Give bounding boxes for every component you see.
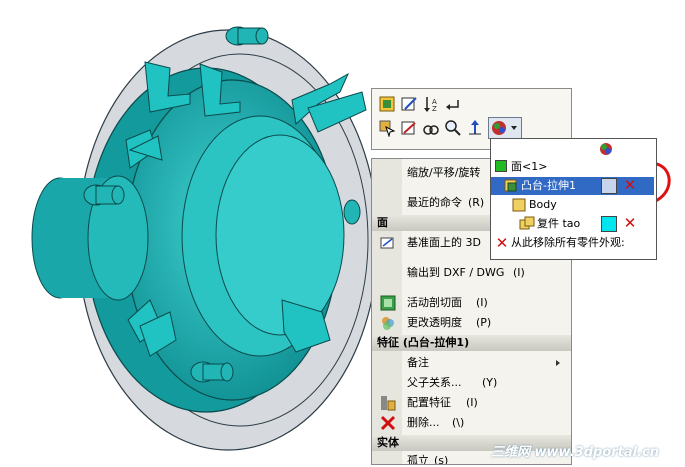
menu-item-delete[interactable]: 删除... (\) — [372, 413, 571, 433]
sort-icon[interactable]: AZ — [422, 95, 440, 113]
appearance-item-body[interactable]: Body — [491, 196, 654, 214]
appearance-item-part[interactable]: 复件 tao ✕ — [491, 215, 654, 233]
select-icon[interactable] — [378, 119, 396, 137]
submenu-arrow-icon — [556, 360, 560, 366]
appearance-item-face[interactable]: 面<1> — [491, 158, 654, 176]
section-plane-icon — [380, 295, 396, 311]
menu-item-section-plane[interactable]: 活动剖切面 (I) — [372, 293, 571, 313]
appearance-icon[interactable] — [488, 117, 522, 139]
menu-item-parent-child[interactable]: 父子关系... (Y) — [372, 373, 571, 393]
svg-text:Z: Z — [432, 105, 437, 113]
edit-part-icon[interactable] — [378, 95, 396, 113]
zoom-icon[interactable] — [444, 119, 462, 137]
remove-appearance-icon[interactable]: ✕ — [623, 216, 637, 231]
body-icon — [512, 198, 526, 212]
part-icon — [519, 216, 535, 230]
3d-sketch-icon — [380, 237, 394, 249]
menu-item-change-transparency[interactable]: 更改透明度 (P) — [372, 313, 571, 333]
appearance-popup: 面<1> 凸台-拉伸1 ✕ Body 复件 tao ✕ ✕ 从此移除所有零件外观… — [490, 138, 657, 260]
menu-item-annotations[interactable]: 备注 — [372, 353, 571, 373]
part-color-swatch[interactable] — [601, 216, 617, 232]
normal-to-icon[interactable] — [466, 119, 484, 137]
boss-color-swatch[interactable] — [601, 178, 617, 194]
menu-item-export-dxf[interactable]: 输出到 DXF / DWG (I) — [372, 263, 571, 283]
remove-appearance-icon[interactable]: ✕ — [623, 178, 637, 193]
feature-icon — [504, 179, 517, 192]
menu-header-feature: 特征 (凸台-拉伸1) — [372, 335, 571, 351]
delete-icon — [380, 415, 396, 431]
remove-all-icon: ✕ — [495, 234, 509, 252]
watermark: 三维网 www.3dportal.cn — [491, 445, 660, 460]
face-color-swatch — [495, 160, 507, 172]
menu-item-configure-feature[interactable]: 配置特征 (I) — [372, 393, 571, 413]
transparency-icon — [382, 317, 394, 330]
appearance-ball-icon — [600, 143, 612, 155]
remove-all-appearances[interactable]: ✕ 从此移除所有零件外观: — [491, 234, 654, 252]
edit-sketch-icon[interactable] — [400, 95, 418, 113]
sketch-icon[interactable] — [400, 119, 418, 137]
configure-feature-icon — [381, 396, 396, 411]
view-icon[interactable] — [422, 119, 440, 137]
return-icon[interactable] — [444, 95, 462, 113]
appearance-item-boss-extrude[interactable]: 凸台-拉伸1 ✕ — [491, 177, 654, 195]
